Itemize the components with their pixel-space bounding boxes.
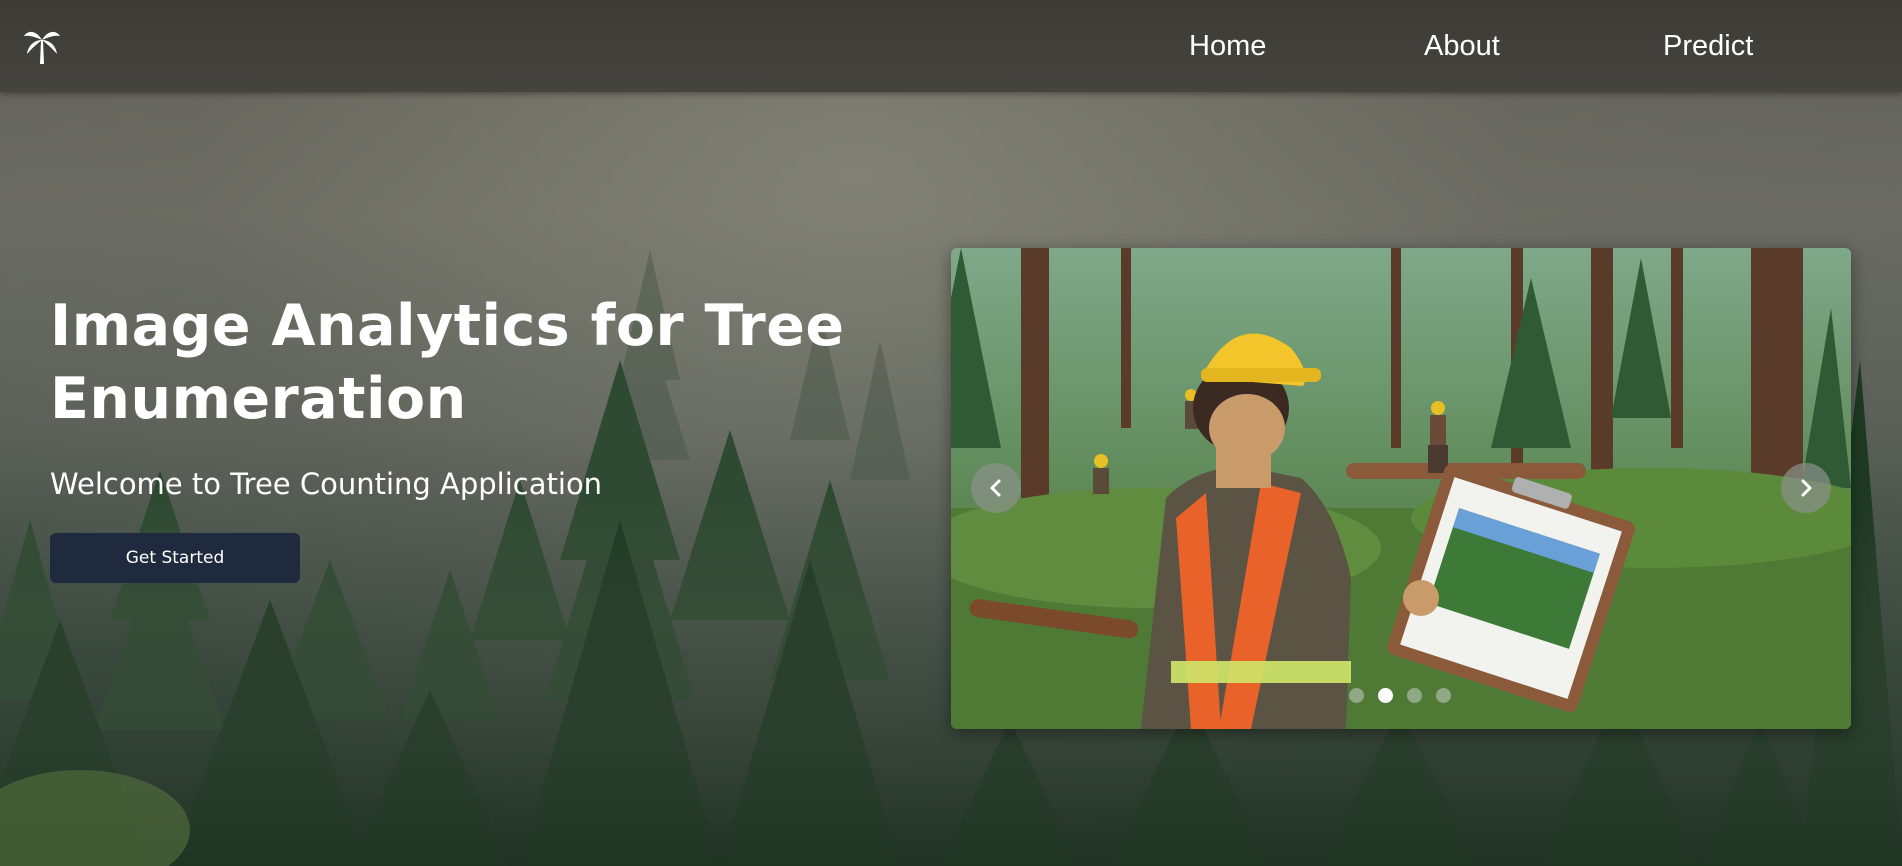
carousel-prev-button[interactable] <box>971 463 1021 513</box>
navbar: Home About Predict <box>0 0 1902 92</box>
carousel-dot-1[interactable] <box>1349 688 1364 703</box>
nav-about-link[interactable]: About <box>1424 30 1500 63</box>
carousel-next-button[interactable] <box>1781 463 1831 513</box>
image-carousel <box>951 248 1851 729</box>
carousel-dot-3[interactable] <box>1407 688 1422 703</box>
carousel-indicators <box>1349 688 1451 703</box>
carousel-slide-image <box>951 248 1851 729</box>
chevron-left-icon <box>990 479 1001 497</box>
carousel-dot-2[interactable] <box>1378 688 1393 703</box>
chevron-right-icon <box>1801 479 1812 497</box>
hero-title: Image Analytics for Tree Enumeration <box>50 293 845 432</box>
nav-predict-link[interactable]: Predict <box>1663 30 1753 63</box>
hero-subtitle: Welcome to Tree Counting Application <box>50 467 603 501</box>
get-started-button[interactable]: Get Started <box>50 533 300 583</box>
carousel-dot-4[interactable] <box>1436 688 1451 703</box>
nav-home-link[interactable]: Home <box>1189 30 1266 63</box>
palm-tree-icon[interactable] <box>22 26 62 66</box>
